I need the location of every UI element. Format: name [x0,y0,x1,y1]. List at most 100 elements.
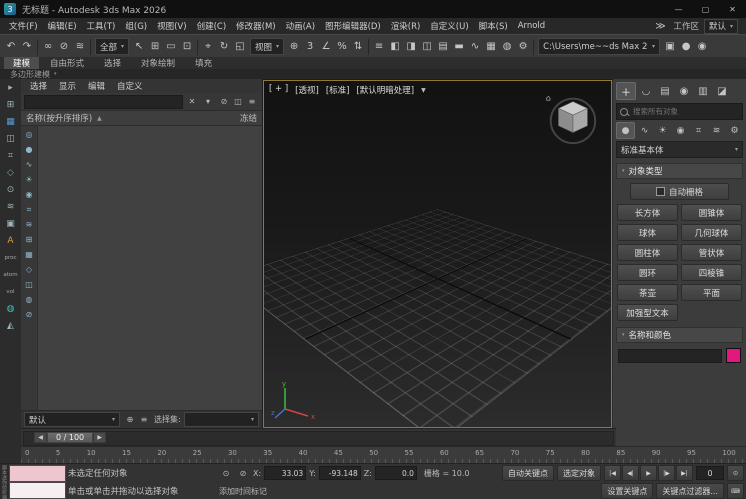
go-to-end-button[interactable]: ▶| [676,465,693,481]
unlink-selection-icon[interactable]: ⊘ [56,38,72,56]
dock-icon-6[interactable]: ⊙ [2,183,19,197]
subcategory-dropdown[interactable]: 标准基本体 ▾ [616,141,743,158]
menu-item[interactable]: 组(G) [120,20,152,32]
object-type-button[interactable]: 平面 [681,284,742,301]
explorer-settings-icon[interactable]: ≡ [245,95,259,109]
name-and-color-rollout[interactable]: ▾ 名称和颜色 [616,327,743,343]
space-warps-category[interactable]: ≋ [708,123,725,138]
spinner-snap-toggle-icon[interactable]: ⇅ [350,38,366,56]
dock-icon-8[interactable]: ▣ [2,217,19,231]
geometry-category[interactable]: ● [616,122,635,139]
menu-item[interactable]: 工具(T) [82,20,121,32]
reference-coordinate-dropdown[interactable]: 视图 ▾ [250,38,284,55]
scene-explorer-menu[interactable]: 选择 [25,80,52,92]
select-and-link-icon[interactable]: ∞ [40,38,56,56]
object-type-button[interactable]: 圆锥体 [681,204,742,221]
x-coordinate-field[interactable]: 33.03 [264,466,306,480]
ribbon-tab[interactable]: 选择 [95,57,130,69]
filter-materials-icon[interactable]: ◍ [23,293,36,306]
object-type-button[interactable]: 茶壶 [617,284,678,301]
filter-space-warps-icon[interactable]: ≋ [23,218,36,231]
ribbon-tab[interactable]: 建模 [4,57,39,69]
render-production-icon[interactable]: ● [678,38,694,56]
object-type-button[interactable]: 圆环 [617,264,678,281]
filter-helpers-icon[interactable]: ⌗ [23,203,36,216]
selection-filter-dropdown[interactable]: 全部 ▾ [95,38,129,55]
explorer-lock-icon[interactable]: ⊘ [217,95,231,109]
schematic-view-icon[interactable]: ▦ [483,38,499,56]
select-and-scale-icon[interactable]: ◱ [232,38,248,56]
workspace-dropdown[interactable]: 默认 ▾ [704,19,738,34]
key-filters-button[interactable]: 关键点过滤器... [656,483,724,499]
perspective-viewport[interactable]: [ + ][透视][标准][默认明暗处理] ▼ ⌂ y x z [263,80,612,428]
explorer-columns-icon[interactable]: ◫ [231,95,245,109]
viewport-render-preset-menu[interactable]: [标准] [326,84,350,96]
time-slider-handle[interactable]: 0 / 100 [47,432,93,443]
object-type-button[interactable]: 几何球体 [681,224,742,241]
viewport-pov-menu[interactable]: [透视] [295,84,319,96]
explorer-list-icon[interactable]: ≡ [137,413,151,427]
filter-groups-icon[interactable]: ⊞ [23,233,36,246]
dock-icon-7[interactable]: ≋ [2,200,19,214]
viewport-general-menu[interactable]: [ + ] [269,84,288,96]
filter-frozen-icon[interactable]: ⊘ [23,308,36,321]
toggle-ribbon-icon[interactable]: ▬ [451,38,467,56]
previous-frame-button[interactable]: ◀| [622,465,639,481]
project-folder-dropdown[interactable]: C:\Users\me~~ds Max 2026 ▾ [538,38,660,55]
selection-set-dropdown[interactable]: ▾ [184,412,259,427]
rectangular-selection-region-icon[interactable]: ▭ [163,38,179,56]
filter-containers-icon[interactable]: ◫ [23,278,36,291]
toggle-scene-explorer-icon[interactable]: ◫ [419,38,435,56]
previous-frame-arrow[interactable]: ◀ [34,432,47,443]
object-type-button[interactable]: 四棱锥 [681,264,742,281]
material-editor-icon[interactable]: ◍ [499,38,515,56]
bind-to-space-warp-icon[interactable]: ≋ [72,38,88,56]
freeze-column-header[interactable]: 冻结 [240,112,257,124]
dock-icon-2[interactable]: ▦ [2,115,19,129]
y-coordinate-field[interactable]: -93.148 [319,466,361,480]
systems-category[interactable]: ⚙ [726,123,743,138]
isolate-selection-icon[interactable]: ⊙ [219,466,233,480]
maxscript-mini-listener-output-pane[interactable] [9,482,66,499]
hierarchy-tab[interactable]: ▤ [656,83,674,99]
object-color-swatch[interactable] [726,348,741,363]
object-type-button[interactable]: 球体 [617,224,678,241]
maximize-button[interactable]: ▢ [692,0,719,18]
scene-explorer-menu[interactable]: 自定义 [112,80,148,92]
keyboard-shortcut-override-icon[interactable]: ⌨ [727,483,744,499]
scene-explorer-column-header[interactable]: 名称(按升序排序) ▲ 冻结 [21,110,262,126]
autogrid-toggle[interactable]: 自动栅格 [630,183,729,200]
toolbar-overflow-icon[interactable]: ≫ [652,17,668,35]
dock-icon-10[interactable]: ◭ [2,319,19,333]
scene-explorer-search-input[interactable] [24,95,183,109]
close-button[interactable]: ✕ [719,0,746,18]
filter-shapes-icon[interactable]: ∿ [23,158,36,171]
select-and-move-icon[interactable]: ⌖ [200,38,216,56]
menu-item[interactable]: 图形编辑器(D) [320,20,386,32]
menu-item[interactable]: 编辑(E) [43,20,82,32]
dock-icon-1[interactable]: ⊞ [2,98,19,112]
scene-explorer-menu[interactable]: 显示 [54,80,81,92]
object-type-button[interactable]: 管状体 [681,244,742,261]
dock-icon-proc[interactable]: proc [2,251,19,265]
viewcube-home-icon[interactable]: ⌂ [546,94,551,103]
window-crossing-icon[interactable]: ⊡ [179,38,195,56]
time-configuration-icon[interactable]: ⊙ [727,465,744,481]
helpers-category[interactable]: ⌗ [690,123,707,138]
create-tab[interactable]: ＋ [616,82,636,100]
object-type-button[interactable]: 加强型文本 [617,304,678,321]
motion-tab[interactable]: ◉ [675,83,693,99]
dock-icon-9[interactable]: ◍ [2,302,19,316]
snap-toggle-3-icon[interactable]: 3 [302,38,318,56]
select-and-rotate-icon[interactable]: ↻ [216,38,232,56]
mirror-icon[interactable]: ◧ [387,38,403,56]
filter-funnel-icon[interactable]: ▾ [201,95,215,109]
dock-icon-arnold[interactable]: A [2,234,19,248]
toggle-layer-explorer-icon[interactable]: ▤ [435,38,451,56]
dock-icon-vol[interactable]: vol [2,285,19,299]
play-button[interactable]: ▶ [640,465,657,481]
filter-geometry-icon[interactable]: ● [23,143,36,156]
object-type-button[interactable]: 圆柱体 [617,244,678,261]
object-type-rollout[interactable]: ▾ 对象类型 [616,163,743,179]
filter-all-icon[interactable]: ◎ [23,128,36,141]
